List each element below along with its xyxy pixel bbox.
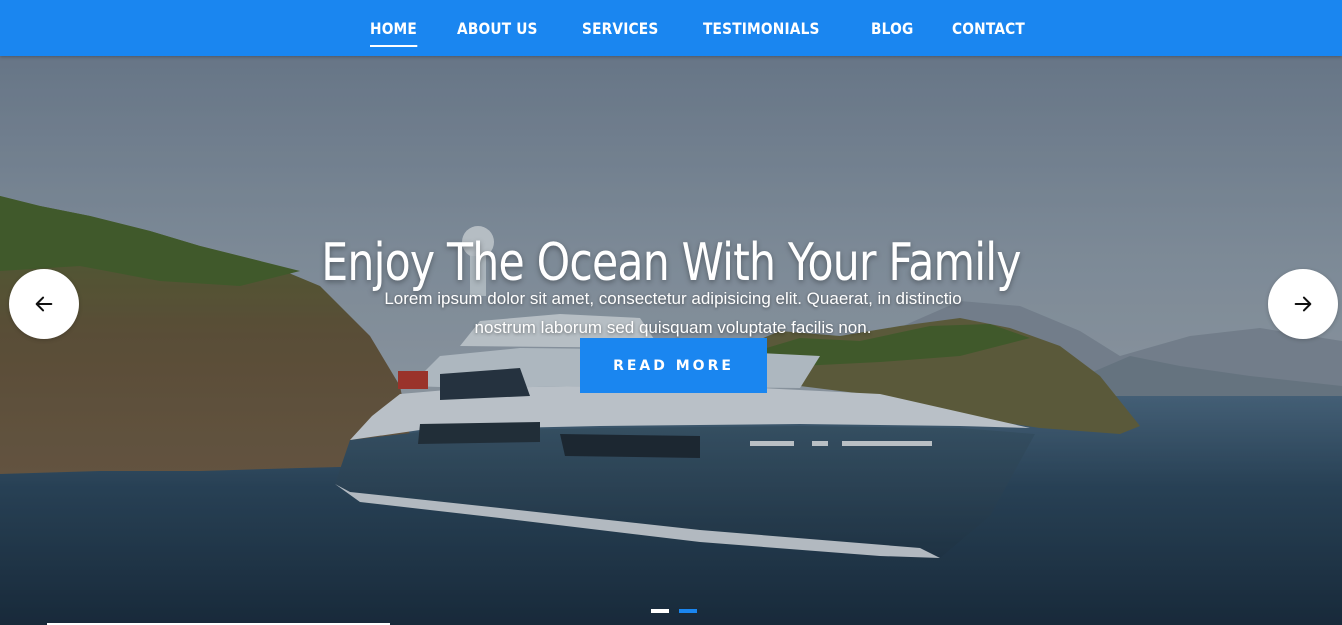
slider-dot-1[interactable] bbox=[651, 609, 669, 613]
read-more-button[interactable]: READ MORE bbox=[580, 338, 767, 393]
slider-pagination bbox=[651, 609, 697, 613]
nav-item-testimonials[interactable]: TESTIMONIALS bbox=[703, 19, 820, 38]
hero-description: Lorem ipsum dolor sit amet, consectetur … bbox=[384, 289, 962, 337]
nav-item-blog[interactable]: BLOG bbox=[871, 19, 913, 38]
slider-prev-button[interactable] bbox=[9, 269, 79, 339]
nav-menu: HOME ABOUT US SERVICES TESTIMONIALS BLOG… bbox=[370, 0, 1025, 56]
arrow-right-icon bbox=[1294, 296, 1312, 312]
top-navbar: HOME ABOUT US SERVICES TESTIMONIALS BLOG… bbox=[0, 0, 1342, 56]
nav-item-home[interactable]: HOME bbox=[370, 19, 417, 47]
nav-item-services[interactable]: SERVICES bbox=[582, 19, 658, 38]
nav-item-about-us[interactable]: ABOUT US bbox=[457, 19, 538, 38]
slider-next-button[interactable] bbox=[1268, 269, 1338, 339]
hero-slider: Enjoy The Ocean With Your Family Lorem i… bbox=[0, 56, 1342, 625]
page: HOME ABOUT US SERVICES TESTIMONIALS BLOG… bbox=[0, 0, 1342, 625]
nav-item-contact[interactable]: CONTACT bbox=[952, 19, 1025, 38]
arrow-left-icon bbox=[35, 296, 53, 312]
slider-dot-2[interactable] bbox=[679, 609, 697, 613]
